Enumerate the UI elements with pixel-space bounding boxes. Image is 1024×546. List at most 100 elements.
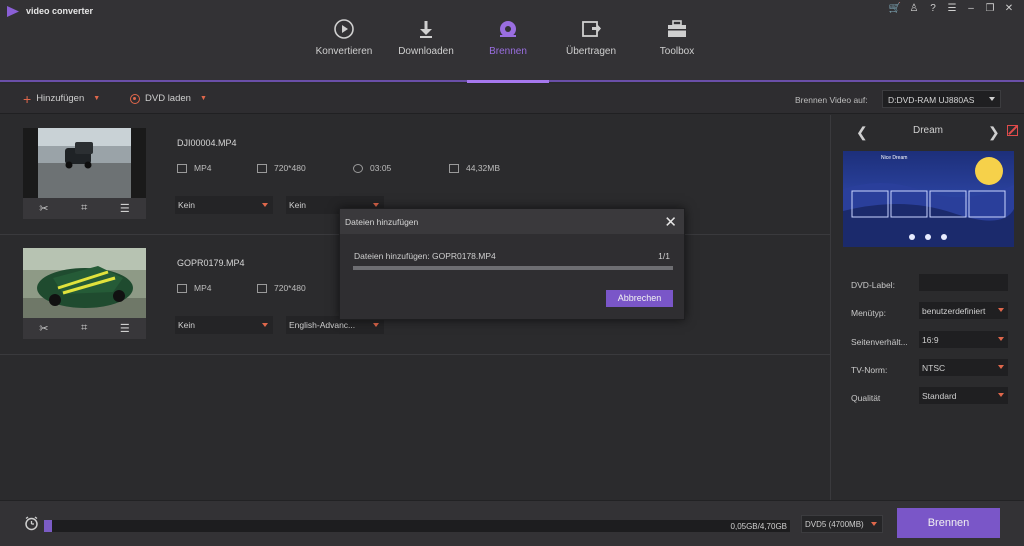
disc-icon bbox=[130, 93, 140, 104]
quality-select[interactable]: Standard bbox=[919, 387, 1008, 404]
effects-icon[interactable]: ☰ bbox=[120, 202, 130, 215]
cart-icon[interactable]: 🛒 bbox=[888, 3, 902, 15]
resolution-icon bbox=[257, 283, 267, 293]
clock-icon bbox=[353, 163, 363, 173]
thumbnail-image bbox=[23, 248, 146, 318]
edit-theme-icon[interactable] bbox=[1007, 125, 1018, 136]
tab-brennen[interactable]: Brennen bbox=[468, 18, 548, 57]
minimize-icon[interactable]: – bbox=[964, 3, 978, 15]
add-files-label: Hinzufügen bbox=[36, 93, 85, 104]
resolution-icon bbox=[257, 163, 267, 173]
cancel-button[interactable]: Abbrechen bbox=[606, 290, 673, 307]
menu-type-label: Menütyp: bbox=[851, 308, 886, 318]
chevron-down-icon bbox=[998, 393, 1004, 397]
maximize-icon[interactable]: ❐ bbox=[983, 3, 997, 15]
thumbnail-image bbox=[23, 128, 146, 198]
storage-text: 0,05GB/4,70GB bbox=[730, 522, 787, 531]
quality-label: Qualität bbox=[851, 393, 881, 403]
add-files-dialog: Dateien hinzufügen ✕ Dateien hinzufügen:… bbox=[339, 208, 685, 320]
chevron-down-icon bbox=[871, 522, 877, 526]
tab-label: Brennen bbox=[489, 46, 527, 57]
file-resolution-value: 720*480 bbox=[274, 163, 306, 173]
load-dvd-label: DVD laden bbox=[145, 93, 191, 104]
chevron-down-icon bbox=[373, 323, 379, 327]
audio-track-value: English-Advanc... bbox=[289, 320, 356, 330]
menu-type-value: benutzerdefiniert bbox=[922, 306, 986, 316]
chevron-down-icon bbox=[262, 203, 268, 207]
menu-icon[interactable]: ☰ bbox=[945, 3, 959, 15]
subtitle-value: Kein bbox=[178, 200, 196, 210]
file-format-value: MP4 bbox=[194, 163, 212, 173]
subtitle-select[interactable]: Kein bbox=[175, 316, 273, 334]
chevron-down-icon[interactable]: ▼ bbox=[200, 95, 207, 102]
dvd-label-input[interactable] bbox=[919, 274, 1008, 291]
crop-icon[interactable]: ⌗ bbox=[81, 322, 87, 335]
load-dvd-button[interactable]: DVD laden ▼ bbox=[130, 93, 207, 104]
file-size: 44,32MB bbox=[449, 163, 500, 173]
dialog-progress-fill bbox=[353, 266, 673, 270]
storage-progress-bar: 0,05GB/4,70GB bbox=[44, 520, 790, 532]
file-format: MP4 bbox=[177, 283, 211, 293]
menu-type-select[interactable]: benutzerdefiniert bbox=[919, 302, 1008, 319]
cut-icon[interactable]: ✂ bbox=[39, 322, 48, 335]
file-format: MP4 bbox=[177, 163, 211, 173]
tab-toolbox[interactable]: Toolbox bbox=[634, 18, 720, 57]
chevron-down-icon bbox=[989, 97, 995, 101]
thumbnail-toolbar: ✂ ⌗ ☰ bbox=[23, 318, 146, 339]
cut-icon[interactable]: ✂ bbox=[39, 202, 48, 215]
tab-label: Übertragen bbox=[565, 46, 617, 57]
disc-type-select[interactable]: DVD5 (4700MB) bbox=[801, 515, 883, 533]
close-icon[interactable]: ✕ bbox=[664, 213, 677, 231]
subtitle-select[interactable]: Kein bbox=[175, 196, 273, 214]
menu-preview[interactable]: Nice Dream bbox=[843, 151, 1014, 247]
title-bar: video converter Konvertieren Downloaden bbox=[0, 0, 1024, 82]
dialog-progress-bar bbox=[353, 266, 673, 270]
tv-norm-value: NTSC bbox=[922, 363, 946, 373]
file-duration: 03:05 bbox=[353, 163, 391, 173]
tv-norm-label: TV-Norm: bbox=[851, 365, 888, 375]
add-files-button[interactable]: + Hinzufügen ▼ bbox=[23, 90, 100, 107]
tab-label: Konvertieren bbox=[315, 46, 373, 57]
burn-target-select[interactable]: D:DVD-RAM UJ880AS bbox=[882, 90, 1001, 108]
tab-konvertieren[interactable]: Konvertieren bbox=[304, 18, 384, 57]
next-theme-icon[interactable]: ❯ bbox=[988, 124, 1000, 141]
chevron-down-icon bbox=[998, 337, 1004, 341]
aspect-ratio-select[interactable]: 16:9 bbox=[919, 331, 1008, 348]
file-resolution: 720*480 bbox=[257, 163, 306, 173]
tab-label: Downloaden bbox=[398, 46, 454, 57]
effects-icon[interactable]: ☰ bbox=[120, 322, 130, 335]
convert-icon bbox=[334, 19, 354, 39]
tab-uebertragen[interactable]: Übertragen bbox=[548, 18, 634, 57]
download-icon bbox=[420, 21, 432, 38]
video-thumbnail[interactable] bbox=[23, 248, 146, 318]
file-size-value: 44,32MB bbox=[466, 163, 501, 173]
preview-title: Nice Dream bbox=[881, 155, 908, 161]
app-logo-icon bbox=[7, 6, 19, 17]
alarm-clock-icon[interactable] bbox=[24, 516, 39, 531]
chevron-down-icon bbox=[373, 203, 379, 207]
video-thumbnail[interactable] bbox=[23, 128, 146, 198]
tv-norm-select[interactable]: NTSC bbox=[919, 359, 1008, 376]
chevron-down-icon bbox=[998, 365, 1004, 369]
file-name: GOPR0179.MP4 bbox=[177, 258, 245, 268]
dvd-label-label: DVD-Label: bbox=[851, 280, 895, 290]
folder-icon bbox=[449, 163, 459, 173]
plus-icon: + bbox=[23, 90, 32, 107]
film-icon bbox=[177, 163, 187, 173]
chevron-down-icon[interactable]: ▼ bbox=[93, 95, 100, 102]
file-format-value: MP4 bbox=[194, 283, 212, 293]
main-nav: Konvertieren Downloaden Brennen Übertrag… bbox=[304, 18, 720, 57]
aspect-ratio-label: Seitenverhält... bbox=[851, 337, 908, 347]
chevron-down-icon bbox=[998, 308, 1004, 312]
close-icon[interactable]: ✕ bbox=[1002, 3, 1016, 15]
tab-downloaden[interactable]: Downloaden bbox=[384, 18, 468, 57]
file-duration-value: 03:05 bbox=[370, 163, 392, 173]
user-icon[interactable]: ♙ bbox=[907, 3, 921, 15]
file-resolution-value: 720*480 bbox=[274, 283, 306, 293]
burn-button[interactable]: Brennen bbox=[897, 508, 1000, 538]
crop-icon[interactable]: ⌗ bbox=[81, 202, 87, 215]
subtitle-value: Kein bbox=[178, 320, 196, 330]
aspect-ratio-value: 16:9 bbox=[922, 335, 939, 345]
help-icon[interactable]: ? bbox=[926, 3, 940, 15]
toolbar: + Hinzufügen ▼ DVD laden ▼ Brennen Video… bbox=[0, 84, 1024, 114]
